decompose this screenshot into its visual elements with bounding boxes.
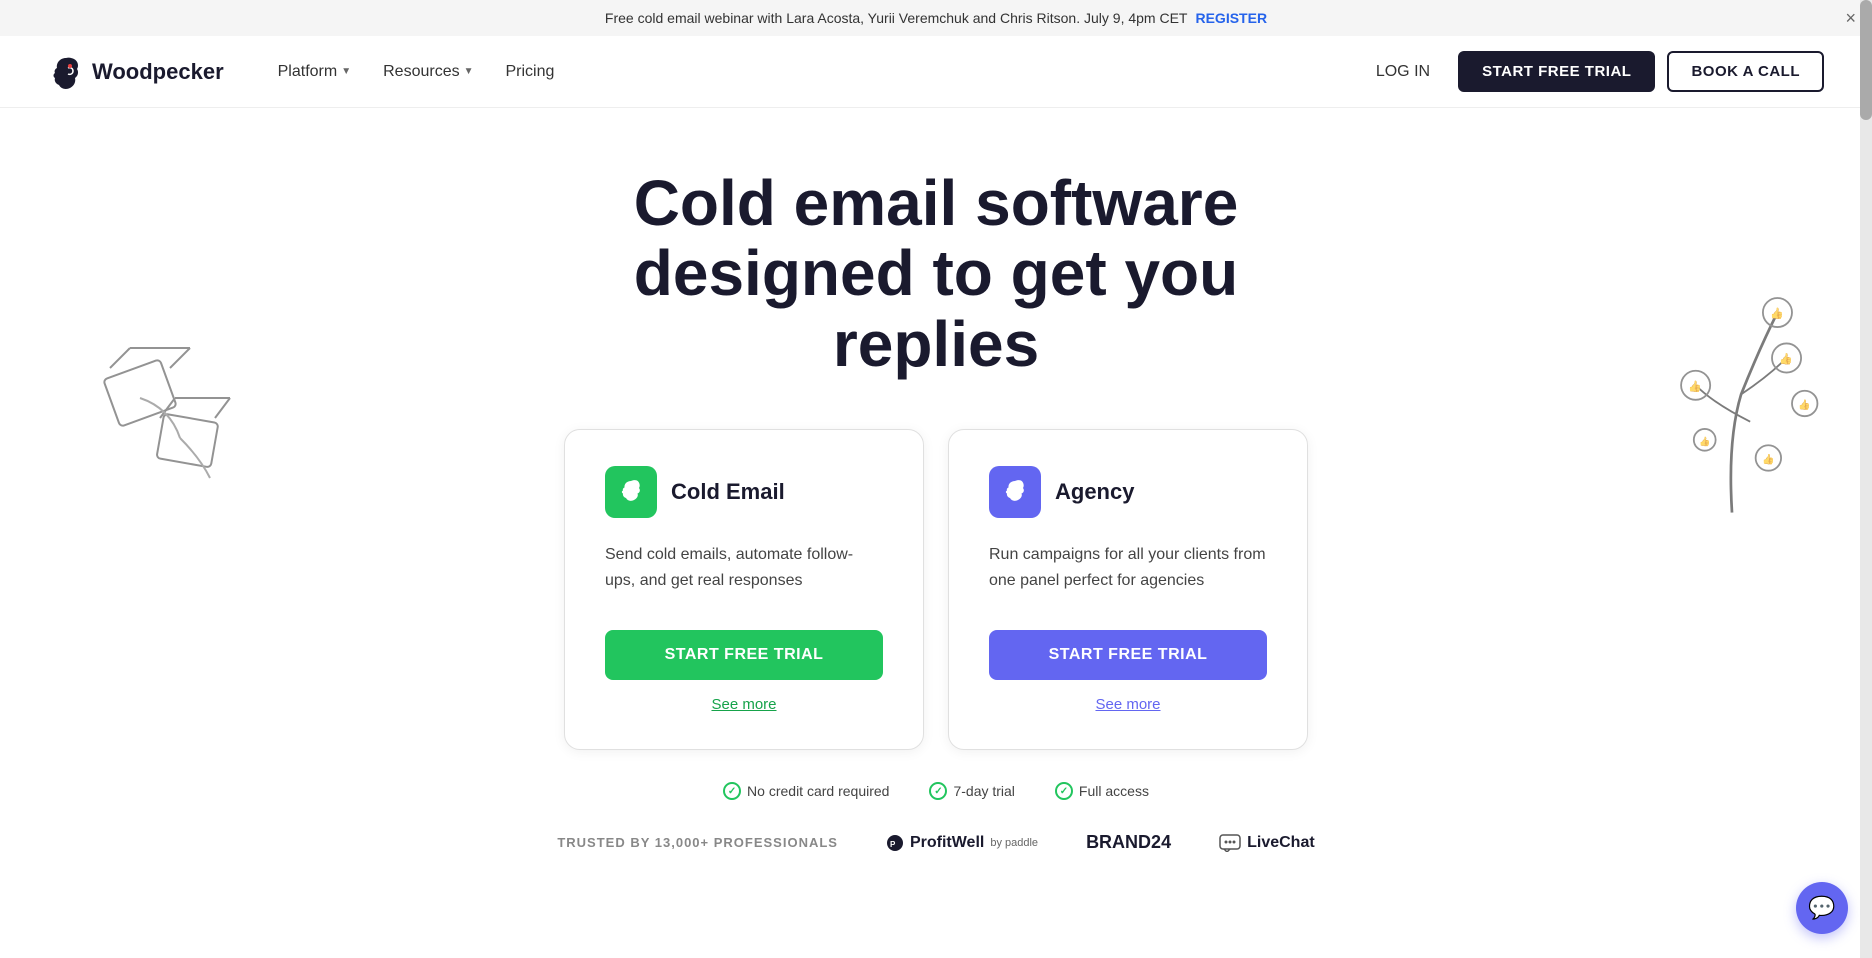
- woodpecker-logo-icon: [48, 54, 84, 90]
- svg-text:👍: 👍: [1688, 380, 1702, 393]
- header: Woodpecker Platform ▼ Resources ▼ Pricin…: [0, 36, 1872, 108]
- close-announcement-button[interactable]: ×: [1845, 9, 1856, 27]
- livechat-logo-icon: [1219, 834, 1241, 852]
- hero-section: 👍 👍 👍 👍 👍 👍 Cold email software designed…: [0, 108, 1872, 933]
- agency-card-header: Agency: [989, 466, 1267, 518]
- announcement-text: Free cold email webinar with Lara Acosta…: [605, 10, 1188, 26]
- agency-description: Run campaigns for all your clients from …: [989, 542, 1267, 602]
- trust-badges: ✓ No credit card required ✓ 7-day trial …: [20, 750, 1852, 816]
- trusted-section: TRUSTED BY 13,000+ PROFESSIONALS P Profi…: [20, 816, 1852, 893]
- register-link[interactable]: REGISTER: [1195, 10, 1267, 26]
- resources-chevron-icon: ▼: [464, 66, 474, 77]
- cold-email-card-header: Cold Email: [605, 466, 883, 518]
- cold-email-description: Send cold emails, automate follow-ups, a…: [605, 542, 883, 602]
- trust-badge-1: ✓ 7-day trial: [929, 782, 1014, 800]
- agency-title: Agency: [1055, 479, 1134, 505]
- agency-see-more-link[interactable]: See more: [989, 696, 1267, 713]
- brand24-logo: BRAND24: [1086, 832, 1171, 853]
- svg-text:👍: 👍: [1699, 435, 1710, 446]
- trust-badge-0: ✓ No credit card required: [723, 782, 889, 800]
- profitwell-logo-icon: P: [886, 834, 904, 852]
- svg-text:P: P: [890, 840, 896, 849]
- svg-text:👍: 👍: [1762, 453, 1774, 466]
- agency-icon: [989, 466, 1041, 518]
- nav-pricing[interactable]: Pricing: [492, 55, 569, 89]
- check-icon-0: ✓: [723, 782, 741, 800]
- nav-resources[interactable]: Resources ▼: [369, 55, 487, 89]
- svg-text:👍: 👍: [1798, 398, 1810, 411]
- chat-bubble-icon: 💬: [1808, 895, 1835, 921]
- announcement-bar: Free cold email webinar with Lara Acosta…: [0, 0, 1872, 36]
- cold-email-see-more-link[interactable]: See more: [605, 696, 883, 713]
- logo[interactable]: Woodpecker: [48, 54, 224, 90]
- nav-platform[interactable]: Platform ▼: [264, 55, 365, 89]
- main-nav: Platform ▼ Resources ▼ Pricing: [264, 55, 1360, 89]
- logo-text: Woodpecker: [92, 59, 224, 85]
- agency-card: Agency Run campaigns for all your client…: [948, 429, 1308, 750]
- svg-text:👍: 👍: [1770, 307, 1784, 320]
- product-cards: Cold Email Send cold emails, automate fo…: [486, 429, 1386, 750]
- trust-badge-text-0: No credit card required: [747, 783, 889, 799]
- platform-chevron-icon: ▼: [341, 66, 351, 77]
- cold-email-title: Cold Email: [671, 479, 785, 505]
- deco-left-illustration: [80, 308, 280, 508]
- login-button[interactable]: LOG IN: [1360, 55, 1446, 89]
- agency-trial-button[interactable]: START FREE TRIAL: [989, 630, 1267, 680]
- hero-title: Cold email software designed to get you …: [546, 168, 1326, 379]
- check-icon-2: ✓: [1055, 782, 1073, 800]
- check-icon-1: ✓: [929, 782, 947, 800]
- trust-badge-text-2: Full access: [1079, 783, 1149, 799]
- header-start-trial-button[interactable]: START FREE TRIAL: [1458, 51, 1655, 92]
- profitwell-logo: P ProfitWell by paddle: [886, 834, 1038, 852]
- cold-email-trial-button[interactable]: START FREE TRIAL: [605, 630, 883, 680]
- scrollbar-thumb[interactable]: [1860, 0, 1872, 120]
- deco-right-illustration: 👍 👍 👍 👍 👍 👍: [1632, 258, 1832, 531]
- trust-badge-2: ✓ Full access: [1055, 782, 1149, 800]
- trust-badge-text-1: 7-day trial: [953, 783, 1014, 799]
- chat-bubble[interactable]: 💬: [1796, 882, 1848, 934]
- livechat-logo: LiveChat: [1219, 834, 1315, 852]
- cold-email-card: Cold Email Send cold emails, automate fo…: [564, 429, 924, 750]
- svg-text:👍: 👍: [1779, 353, 1793, 366]
- cold-email-icon: [605, 466, 657, 518]
- header-actions: LOG IN START FREE TRIAL BOOK A CALL: [1360, 51, 1824, 92]
- header-book-call-button[interactable]: BOOK A CALL: [1667, 51, 1824, 92]
- trusted-label: TRUSTED BY 13,000+ PROFESSIONALS: [557, 835, 838, 850]
